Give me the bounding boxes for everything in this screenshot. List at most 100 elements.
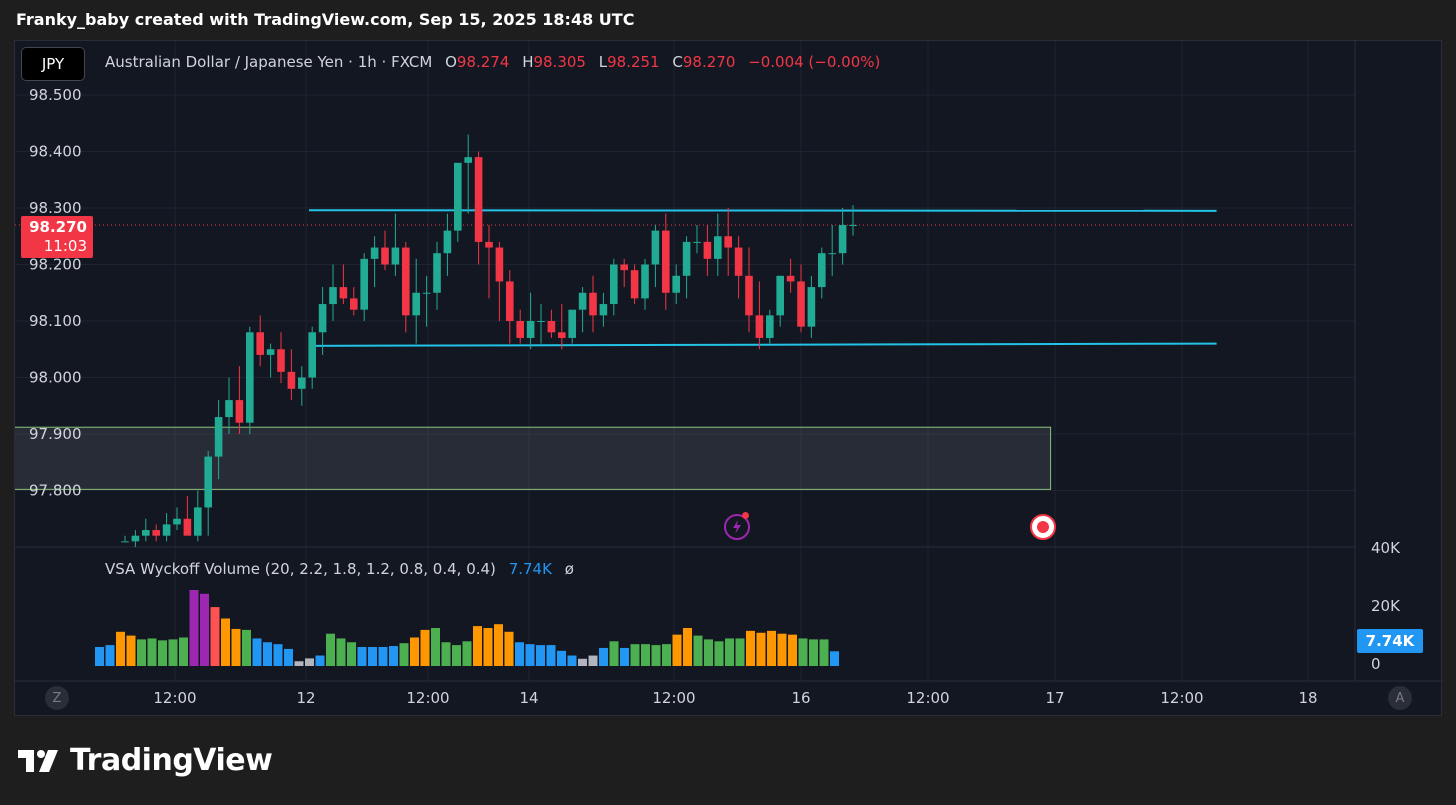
volume-bar	[462, 641, 472, 666]
candle-body	[162, 524, 171, 536]
lightning-alert-icon[interactable]	[724, 512, 750, 540]
candle-body	[142, 530, 150, 536]
indicator-extra: ø	[564, 560, 574, 578]
candle	[703, 224, 712, 276]
record-icon[interactable]	[1030, 514, 1056, 540]
time-tick-label: 12:00	[406, 689, 449, 707]
chart-frame[interactable]: 98.500 98.400 98.300 98.200 98.100 98.000 97.9…	[14, 40, 1443, 717]
candle-body	[214, 417, 223, 457]
candle-body	[277, 349, 285, 372]
volume-bar	[242, 629, 251, 666]
volume-bar	[336, 638, 346, 666]
volume-bar	[536, 645, 545, 666]
candle	[558, 304, 566, 350]
timezone-button[interactable]: Z	[45, 686, 69, 710]
candle-body	[360, 258, 368, 310]
volume-bar	[147, 638, 157, 666]
candle	[714, 213, 722, 276]
legend-low-value: 98.251	[607, 53, 660, 71]
candle-body	[506, 281, 514, 321]
volume-bar	[578, 658, 587, 666]
candle	[745, 247, 753, 333]
candle	[256, 315, 264, 367]
candle-body	[807, 287, 816, 327]
candle-body	[131, 535, 140, 542]
volume-bar	[399, 643, 409, 666]
candle	[828, 224, 836, 276]
last-price-tag: 98.270 11:03	[21, 216, 93, 258]
time-tick-label: 12:00	[153, 689, 196, 707]
volume-bar	[714, 641, 724, 666]
symbol-button[interactable]: JPY	[21, 47, 85, 81]
candle-body	[693, 241, 701, 243]
candle	[225, 377, 233, 434]
candle-body	[235, 400, 244, 423]
volume-bar	[305, 658, 314, 666]
volume-bar	[452, 645, 461, 666]
volume-bar	[725, 638, 734, 666]
volume-bar	[410, 637, 419, 666]
candle-body	[287, 371, 296, 389]
candle	[838, 208, 847, 265]
price-tick-label: 98.100	[29, 312, 82, 330]
demand-zone-layer	[15, 426, 1052, 490]
candle	[433, 241, 441, 310]
volume-bar	[788, 634, 797, 666]
volume-bar	[704, 639, 713, 666]
candle-body	[776, 275, 784, 316]
candle	[454, 162, 462, 242]
candle	[246, 326, 254, 434]
legend-close-label: C	[672, 53, 683, 71]
candle-body	[849, 224, 857, 226]
candle	[183, 496, 192, 536]
candle-body	[724, 236, 732, 248]
volume-bar	[357, 647, 367, 666]
candle	[194, 490, 202, 542]
candle-body	[298, 377, 306, 389]
candle	[807, 275, 816, 338]
candle-body	[121, 541, 129, 543]
price-tick-label: 98.300	[29, 199, 82, 217]
candle	[464, 134, 472, 214]
footer-logo[interactable]: TradingView	[18, 743, 273, 778]
indicator-legend[interactable]: VSA Wyckoff Volume (20, 2.2, 1.8, 1.2, 0…	[105, 560, 574, 578]
volume-bar	[200, 593, 209, 666]
volume-bar	[683, 628, 692, 666]
volume-bar	[693, 635, 703, 666]
auto-scale-button[interactable]: A	[1388, 686, 1412, 710]
volume-bar	[158, 640, 167, 666]
candle-body	[495, 247, 504, 282]
price-tick-label: 97.900	[29, 425, 82, 443]
tradingview-logo-icon	[18, 749, 58, 772]
candle	[402, 241, 410, 333]
indicator-value: 7.74K	[508, 560, 552, 578]
volume-bar	[672, 634, 682, 666]
candle-body	[246, 332, 254, 423]
candle-body	[526, 321, 535, 338]
volume-tick-label: 20K	[1371, 597, 1401, 615]
candle	[152, 524, 160, 542]
volume-bar	[315, 655, 325, 666]
candle	[266, 343, 275, 378]
time-tick-label: 12:00	[1160, 689, 1203, 707]
volume-bar	[641, 644, 650, 666]
candle	[641, 258, 649, 310]
candle-body	[266, 349, 275, 355]
candle	[599, 292, 608, 327]
candle-body	[485, 241, 493, 248]
volume-bar	[263, 642, 272, 666]
legend-change: −0.004 (−0.00%)	[748, 53, 881, 71]
volume-bar	[252, 638, 262, 666]
chart-canvas[interactable]: 98.500 98.400 98.300 98.200 98.100 98.000 97.9…	[15, 41, 1443, 717]
volume-bar	[378, 647, 388, 666]
candle	[318, 287, 327, 355]
candle	[131, 530, 140, 547]
candle	[516, 309, 524, 344]
candle	[339, 264, 348, 305]
volume-tick-label: 40K	[1371, 539, 1401, 557]
volume-bar	[830, 651, 839, 666]
candle-body	[350, 298, 358, 310]
candle	[308, 326, 316, 389]
candle-body	[786, 275, 795, 282]
candle-body	[370, 247, 379, 259]
